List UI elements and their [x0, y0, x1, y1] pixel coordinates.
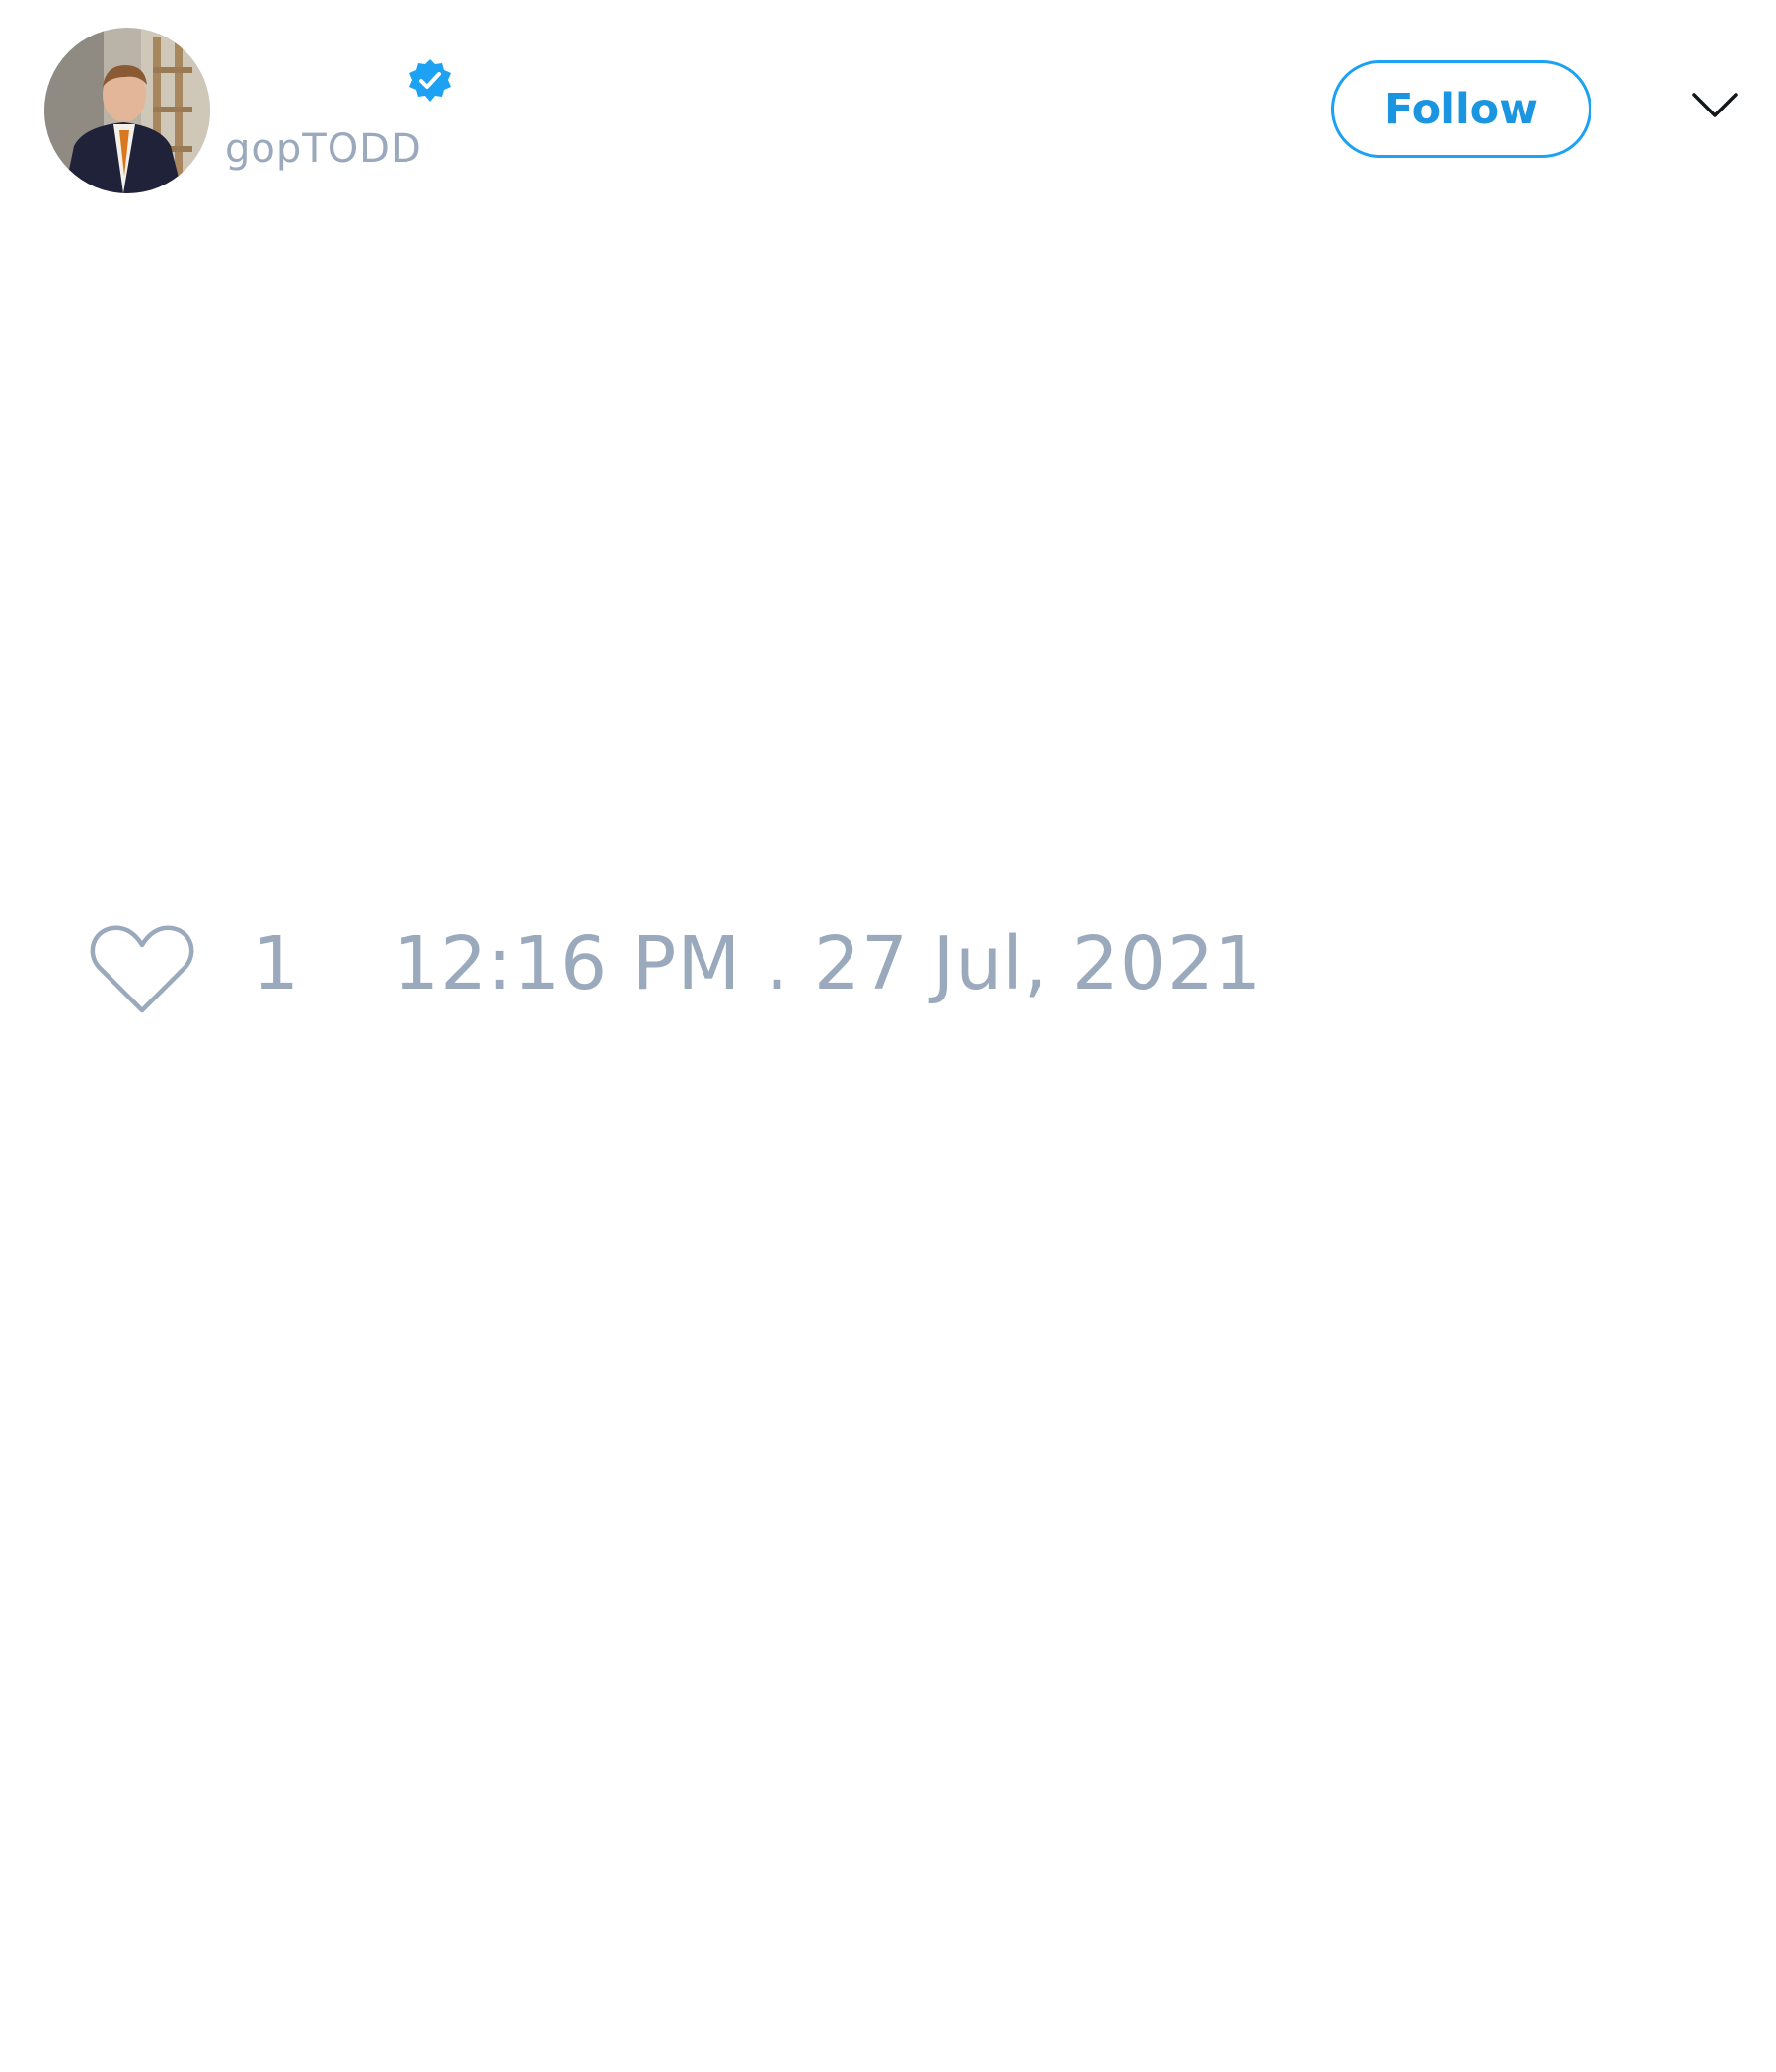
- avatar-photo: [44, 28, 210, 193]
- timestamp[interactable]: 12:16 PM . 27 Jul, 2021: [393, 922, 1262, 1006]
- heart-icon[interactable]: [89, 924, 195, 1016]
- tweet-header: gopTODD Follow: [0, 0, 1776, 217]
- tweet-footer: 1 12:16 PM . 27 Jul, 2021: [0, 908, 1776, 1026]
- verified-badge-icon: [409, 59, 451, 102]
- chevron-down-icon[interactable]: [1691, 91, 1739, 120]
- like-count: 1: [253, 922, 300, 1006]
- follow-button[interactable]: Follow: [1331, 60, 1591, 158]
- avatar[interactable]: [44, 28, 210, 193]
- username[interactable]: gopTODD: [225, 126, 422, 172]
